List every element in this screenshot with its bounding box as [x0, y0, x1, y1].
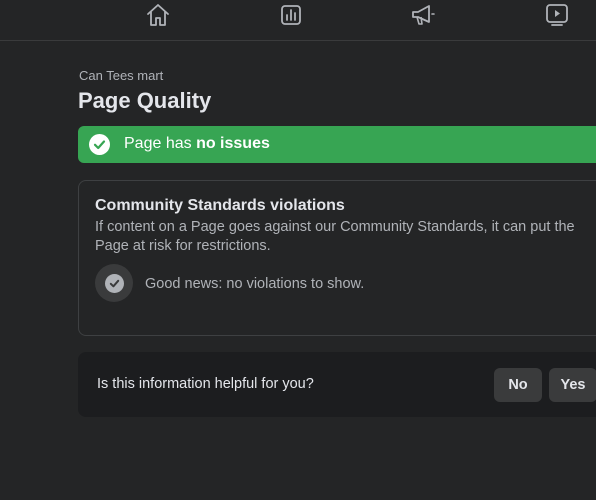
video-icon: [546, 4, 568, 26]
nav-insights-button[interactable]: [267, 0, 315, 30]
megaphone-icon: [412, 5, 435, 25]
home-icon: [147, 4, 169, 26]
check-circle-icon: [89, 134, 110, 155]
nav-video-button[interactable]: [533, 0, 581, 30]
feedback-bar: Is this information helpful for you? No …: [78, 352, 596, 417]
feedback-question: Is this information helpful for you?: [97, 376, 314, 392]
violations-description: If content on a Page goes against our Co…: [95, 219, 575, 254]
no-violations-icon: [95, 264, 133, 302]
nav-home-button[interactable]: [134, 0, 182, 30]
status-emphasis: no issues: [196, 135, 270, 152]
page-title: Page Quality: [78, 88, 212, 113]
violations-title: Community Standards violations: [95, 197, 345, 214]
page-name: Can Tees mart: [79, 68, 164, 83]
nav-ads-button[interactable]: [399, 0, 447, 30]
no-violations-message: Good news: no violations to show.: [145, 276, 365, 292]
insights-icon: [281, 5, 301, 25]
feedback-no-button[interactable]: No: [494, 368, 542, 402]
status-text: Page has no issues: [124, 135, 270, 153]
violations-card: Community Standards violations If conten…: [78, 180, 596, 336]
status-banner: Page has no issues: [78, 126, 596, 163]
top-nav-bar: [0, 0, 596, 41]
status-prefix: Page has: [124, 135, 197, 152]
feedback-yes-button[interactable]: Yes: [549, 368, 596, 402]
